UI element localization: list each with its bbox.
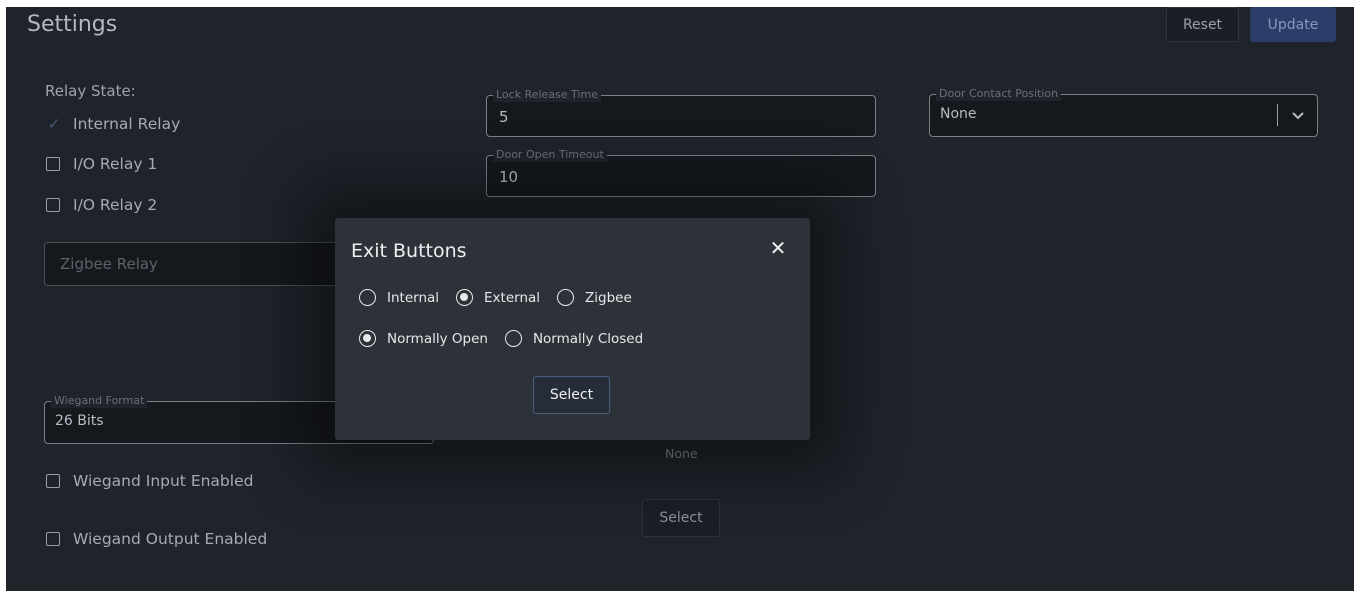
- checkbox-icon: [46, 157, 60, 171]
- radio-zigbee[interactable]: Zigbee: [557, 289, 632, 306]
- reset-button[interactable]: Reset: [1166, 7, 1239, 42]
- radio-normally-open[interactable]: Normally Open: [359, 330, 488, 347]
- door-open-timeout-field[interactable]: Door Open Timeout 10: [486, 148, 876, 197]
- modal-select-button[interactable]: Select: [533, 376, 610, 414]
- wiegand-format-legend: Wiegand Format: [51, 394, 148, 408]
- io-relay-1-checkbox[interactable]: I/O Relay 1: [46, 152, 157, 176]
- door-contact-position-dropdown[interactable]: Door Contact Position None: [929, 87, 1318, 137]
- wiegand-input-label: Wiegand Input Enabled: [73, 472, 254, 490]
- radio-internal[interactable]: Internal: [359, 289, 439, 306]
- radio-normally-closed[interactable]: Normally Closed: [504, 330, 644, 347]
- wiegand-format-value: 26 Bits: [55, 413, 104, 429]
- radio-icon: [557, 289, 575, 306]
- lock-release-time-legend: Lock Release Time: [493, 88, 601, 102]
- io-relay-1-label: I/O Relay 1: [73, 155, 158, 173]
- lock-release-time-field[interactable]: Lock Release Time 5: [486, 88, 876, 137]
- relay-state-label: Relay State:: [45, 82, 136, 100]
- internal-relay-checkbox[interactable]: ✓ Internal Relay: [46, 112, 181, 136]
- modal-title: Exit Buttons: [351, 240, 467, 262]
- zigbee-relay-placeholder: Zigbee Relay: [60, 255, 158, 273]
- radio-icon: [504, 330, 522, 347]
- exit-mode-radio-group: Normally Open Normally Closed: [359, 330, 660, 347]
- io-relay-2-checkbox[interactable]: I/O Relay 2: [46, 193, 157, 217]
- lock-release-time-value: 5: [499, 108, 509, 126]
- radio-zigbee-label: Zigbee: [585, 289, 632, 306]
- radio-internal-label: Internal: [387, 289, 440, 306]
- chevron-down-icon[interactable]: [1291, 108, 1305, 122]
- door-contact-position-value: None: [940, 106, 977, 122]
- wiegand-output-checkbox[interactable]: Wiegand Output Enabled: [46, 527, 267, 551]
- exit-buttons-modal: Exit Buttons ✕ Internal External Zigbee …: [335, 218, 810, 440]
- door-open-timeout-value: 10: [499, 168, 519, 186]
- checkbox-icon: [46, 474, 60, 488]
- checkbox-icon: [46, 198, 60, 212]
- exit-button-select-button[interactable]: Select: [642, 499, 720, 537]
- door-open-timeout-legend: Door Open Timeout: [493, 148, 607, 162]
- checkmark-icon: ✓: [47, 115, 61, 133]
- radio-normally-closed-label: Normally Closed: [532, 330, 644, 347]
- radio-icon: [359, 289, 376, 306]
- door-contact-position-legend: Door Contact Position: [936, 87, 1062, 101]
- wiegand-output-label: Wiegand Output Enabled: [73, 530, 268, 548]
- radio-selected-icon: [456, 289, 474, 306]
- radio-selected-icon: [359, 330, 376, 347]
- dropdown-divider: [1277, 104, 1278, 126]
- page-title: Settings: [27, 12, 118, 37]
- exit-button-value: None: [665, 446, 698, 461]
- io-relay-2-label: I/O Relay 2: [73, 196, 158, 214]
- checkbox-icon: [46, 532, 60, 546]
- internal-relay-label: Internal Relay: [73, 115, 181, 133]
- update-button[interactable]: Update: [1250, 7, 1336, 42]
- exit-source-radio-group: Internal External Zigbee: [359, 289, 649, 306]
- radio-external[interactable]: External: [456, 289, 540, 306]
- close-icon[interactable]: ✕: [767, 237, 789, 259]
- radio-external-label: External: [484, 289, 541, 306]
- radio-normally-open-label: Normally Open: [387, 330, 488, 347]
- wiegand-input-checkbox[interactable]: Wiegand Input Enabled: [46, 469, 253, 493]
